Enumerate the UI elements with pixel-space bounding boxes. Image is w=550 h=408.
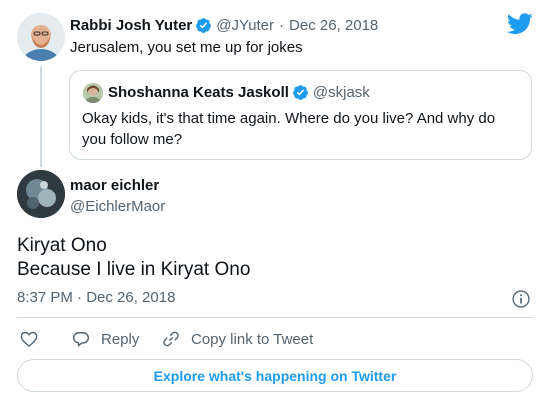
tweet-text-line: Kiryat Ono <box>17 235 107 256</box>
author-handle[interactable]: @EichlerMaor <box>70 198 165 215</box>
quoted-author-handle: @skjask <box>312 84 370 101</box>
speech-bubble-icon <box>72 332 90 347</box>
verified-badge-icon <box>292 85 308 100</box>
tweet-text: Kiryat Ono Because I live in Kiryat Ono <box>17 234 250 282</box>
avatar[interactable] <box>17 13 65 61</box>
copy-link-label: Copy link to Tweet <box>191 330 314 348</box>
embedded-tweet-card: Rabbi Josh Yuter @JYuter · Dec 26, 2018 … <box>0 0 550 408</box>
info-icon[interactable] <box>511 289 531 309</box>
avatar <box>83 83 103 103</box>
verified-badge-icon <box>196 18 212 33</box>
tweet-date[interactable]: Dec 26, 2018 <box>289 17 378 34</box>
reply-label: Reply <box>101 330 140 348</box>
author-name[interactable]: maor eichler <box>70 177 159 194</box>
thread-connector-line <box>40 66 42 167</box>
quoted-tweet-text: Okay kids, it's that time again. Where d… <box>82 110 496 148</box>
reply-button[interactable]: Reply <box>71 329 139 349</box>
link-icon <box>163 331 179 347</box>
author-handle[interactable]: @JYuter <box>216 17 274 34</box>
tweet-timestamp[interactable]: 8:37 PM · Dec 26, 2018 <box>17 289 175 306</box>
author-name[interactable]: Rabbi Josh Yuter <box>70 17 192 34</box>
parent-tweet-header: Rabbi Josh Yuter @JYuter · Dec 26, 2018 <box>70 17 378 34</box>
parent-tweet-text: Jerusalem, you set me up for jokes <box>70 39 303 56</box>
explore-twitter-button[interactable]: Explore what's happening on Twitter <box>17 359 533 392</box>
copy-link-button[interactable]: Copy link to Tweet <box>161 329 313 349</box>
quoted-author-name: Shoshanna Keats Jaskoll <box>108 84 289 101</box>
divider <box>17 317 533 318</box>
twitter-bird-icon[interactable] <box>507 13 533 35</box>
tweet-text-line: Because I live in Kiryat Ono <box>17 259 251 280</box>
heart-icon <box>20 331 38 347</box>
avatar[interactable] <box>17 170 65 218</box>
separator-dot: · <box>279 17 285 34</box>
quoted-tweet-header: Shoshanna Keats Jaskoll @skjask <box>108 84 370 101</box>
quoted-tweet[interactable]: Shoshanna Keats Jaskoll @skjask Okay kid… <box>69 70 532 160</box>
like-button[interactable] <box>19 329 49 349</box>
